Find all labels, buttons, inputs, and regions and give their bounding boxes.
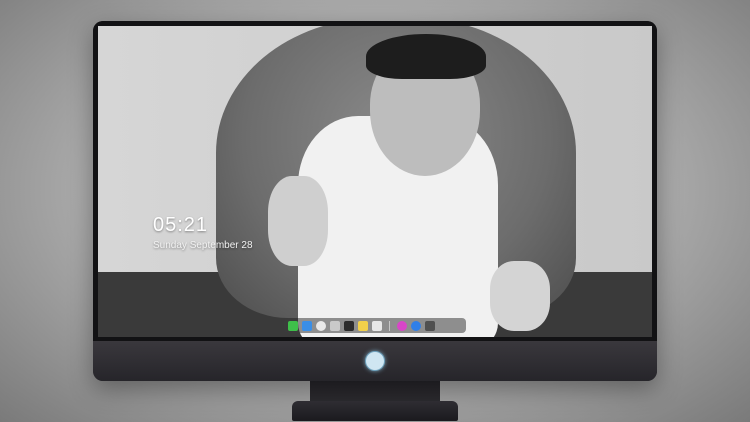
movie-icon[interactable] — [344, 320, 354, 331]
brand-logo-icon — [365, 351, 385, 371]
monitor: 05:21 Sunday September 28 — [93, 21, 657, 381]
monitor-chin — [93, 341, 657, 381]
monitor-bezel: 05:21 Sunday September 28 — [93, 21, 657, 341]
app-store-icon[interactable] — [411, 320, 421, 331]
screen: 05:21 Sunday September 28 — [98, 26, 652, 337]
safari-icon[interactable] — [316, 320, 326, 331]
monitor-stand-base — [292, 401, 458, 421]
dock — [284, 318, 466, 333]
wallpaper-hair — [366, 34, 486, 79]
photos-icon[interactable] — [372, 320, 382, 331]
lockscreen-date: Sunday September 28 — [153, 240, 253, 251]
preview-icon[interactable] — [330, 320, 340, 331]
wallpaper-hand-right — [490, 261, 550, 331]
music-icon[interactable] — [397, 320, 407, 331]
finder-icon[interactable] — [302, 320, 312, 331]
wallpaper-hand-left — [268, 176, 328, 266]
notes-icon[interactable] — [358, 320, 368, 331]
lockscreen-time: 05:21 — [153, 214, 209, 236]
monitor-stand-neck — [310, 381, 440, 403]
camera-icon[interactable] — [425, 320, 435, 331]
dock-separator — [389, 320, 390, 331]
messages-icon[interactable] — [288, 320, 298, 331]
